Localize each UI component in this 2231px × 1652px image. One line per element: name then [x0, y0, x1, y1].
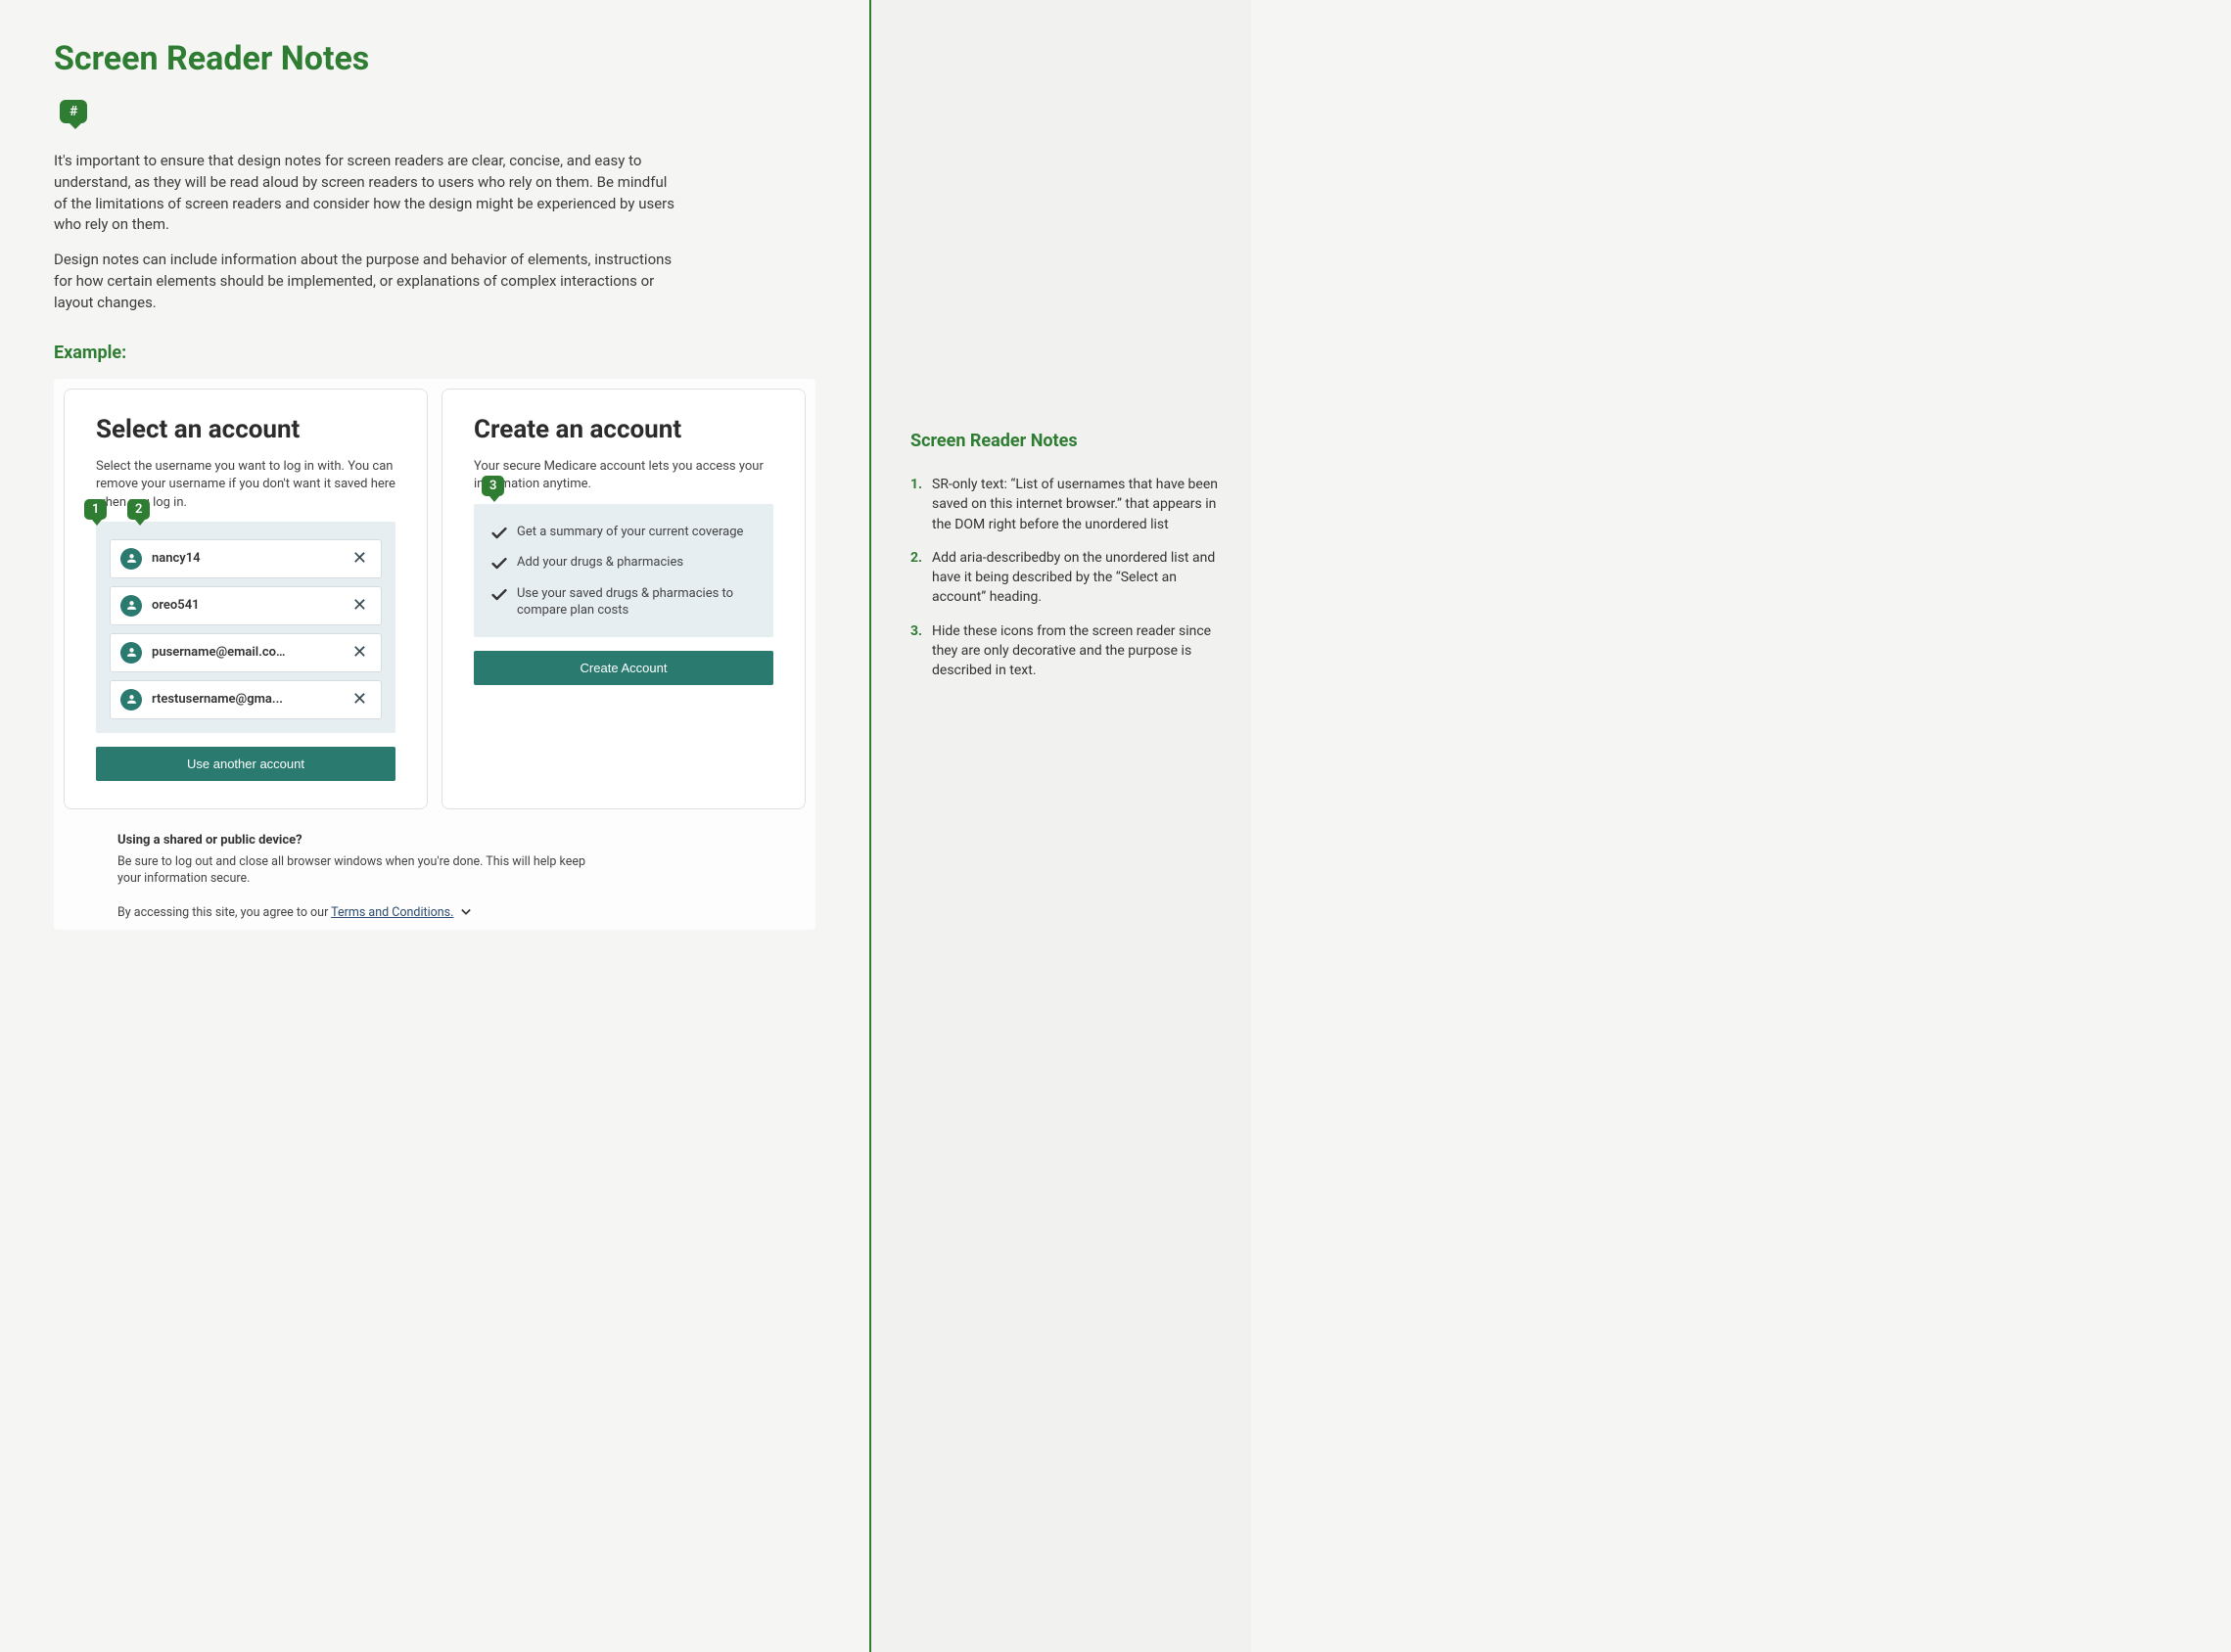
use-another-account-button[interactable]: Use another account: [96, 747, 395, 781]
sidebar-note-item: SR-only text: “List of usernames that ha…: [910, 475, 1224, 534]
intro-paragraph-1: It's important to ensure that design not…: [54, 151, 680, 236]
select-account-heading: Select an account: [96, 415, 395, 444]
example-frame: Select an account Select the username yo…: [54, 379, 815, 930]
check-icon: [491, 556, 507, 570]
terms-line: By accessing this site, you agree to our…: [117, 905, 752, 920]
hash-annotation-icon: #: [60, 100, 87, 123]
benefit-text: Use your saved drugs & pharmacies to com…: [517, 585, 756, 620]
create-account-heading: Create an account: [474, 415, 773, 444]
shared-device-text: Be sure to log out and close all browser…: [117, 853, 607, 888]
below-cards-text: Using a shared or public device? Be sure…: [64, 809, 806, 920]
sidebar-heading: Screen Reader Notes: [910, 431, 1224, 451]
shared-device-heading: Using a shared or public device?: [117, 833, 752, 848]
sidebar-notes-column: Screen Reader Notes SR-only text: “List …: [869, 0, 1251, 1652]
sidebar-note-item: Add aria-describedby on the unordered li…: [910, 548, 1224, 608]
avatar-icon: [120, 548, 142, 570]
page-title: Screen Reader Notes: [54, 39, 815, 78]
account-row[interactable]: rtestusername@gma... ✕: [110, 680, 382, 719]
account-row[interactable]: oreo541 ✕: [110, 586, 382, 625]
avatar-icon: [120, 642, 142, 664]
account-username: pusername@email.co…: [152, 645, 339, 660]
account-username: nancy14: [152, 551, 339, 566]
account-row[interactable]: nancy14 ✕: [110, 539, 382, 578]
create-account-button[interactable]: Create Account: [474, 651, 773, 685]
account-row[interactable]: pusername@email.co… ✕: [110, 633, 382, 672]
intro-paragraph-2: Design notes can include information abo…: [54, 250, 680, 313]
benefit-item: Use your saved drugs & pharmacies to com…: [491, 585, 756, 620]
terms-link[interactable]: Terms and Conditions.: [331, 905, 453, 920]
terms-prefix: By accessing this site, you agree to our: [117, 905, 331, 920]
account-list: nancy14 ✕ oreo541 ✕ pusername@email.co… …: [96, 522, 395, 733]
benefits-list: Get a summary of your current coverage A…: [474, 504, 773, 637]
avatar-icon: [120, 689, 142, 711]
sidebar-notes-list: SR-only text: “List of usernames that ha…: [910, 475, 1224, 681]
main-column: Screen Reader Notes # It's important to …: [0, 0, 869, 1652]
annotation-bubble-1: 1: [84, 499, 107, 520]
check-icon: [491, 526, 507, 539]
create-account-subtext: Your secure Medicare account lets you ac…: [474, 458, 773, 493]
account-username: rtestusername@gma...: [152, 692, 339, 707]
account-username: oreo541: [152, 598, 339, 613]
avatar-icon: [120, 595, 142, 617]
benefit-text: Add your drugs & pharmacies: [517, 554, 683, 572]
benefit-text: Get a summary of your current coverage: [517, 524, 743, 541]
sidebar-note-item: Hide these icons from the screen reader …: [910, 621, 1224, 681]
chevron-down-icon[interactable]: [461, 905, 471, 920]
remove-account-button[interactable]: ✕: [349, 642, 371, 663]
remove-account-button[interactable]: ✕: [349, 689, 371, 710]
remove-account-button[interactable]: ✕: [349, 595, 371, 616]
select-account-card: Select an account Select the username yo…: [64, 389, 428, 809]
example-heading: Example:: [54, 343, 815, 363]
remove-account-button[interactable]: ✕: [349, 548, 371, 569]
check-icon: [491, 587, 507, 601]
annotation-bubble-3: 3: [482, 476, 504, 496]
create-account-card: Create an account Your secure Medicare a…: [442, 389, 806, 809]
benefit-item: Get a summary of your current coverage: [491, 524, 756, 541]
benefit-item: Add your drugs & pharmacies: [491, 554, 756, 572]
annotation-bubble-2: 2: [127, 499, 150, 520]
